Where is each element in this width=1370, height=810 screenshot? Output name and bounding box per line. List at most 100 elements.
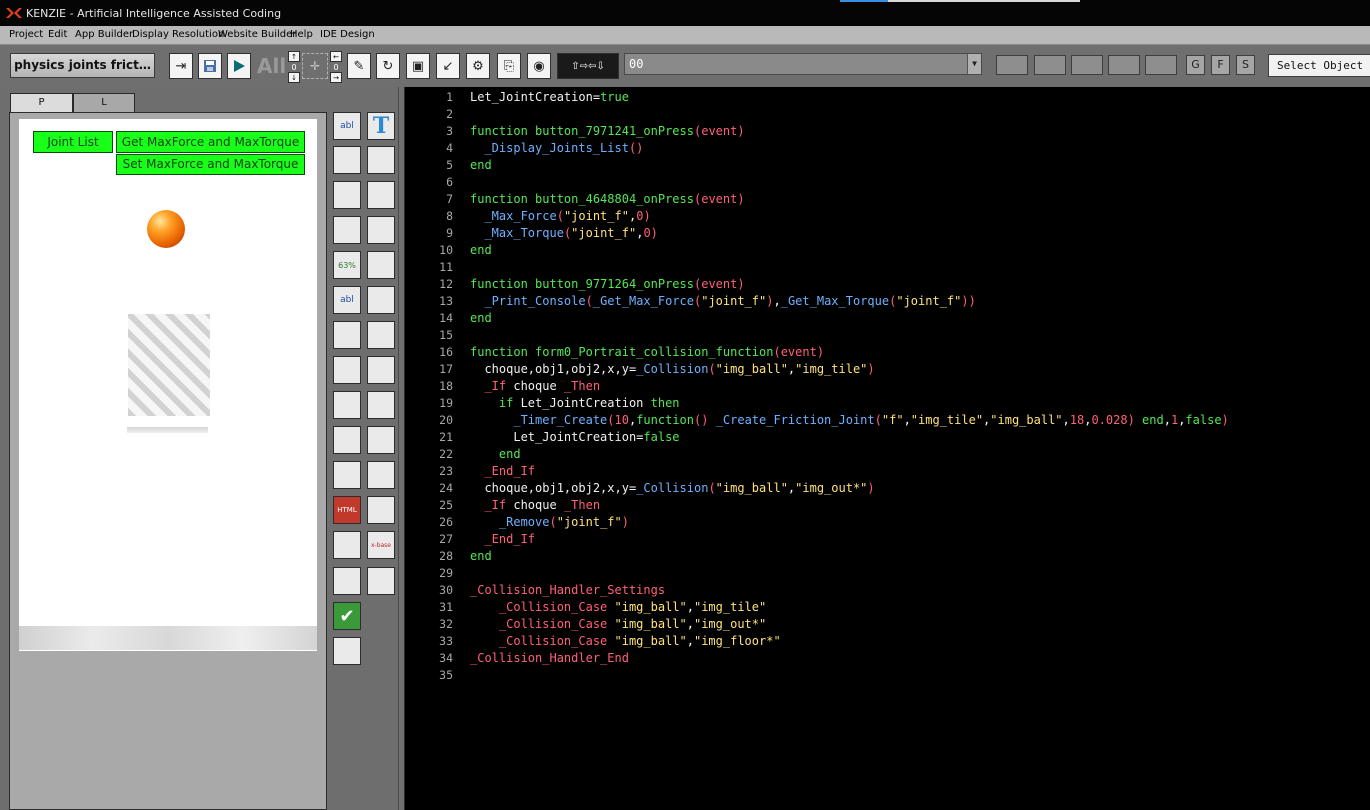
code-line[interactable]: 14 end — [405, 310, 1370, 327]
record-icon[interactable]: ◉ — [527, 53, 551, 79]
s-button[interactable]: S — [1236, 55, 1255, 75]
code-line[interactable]: 26 _Remove("joint_f") — [405, 514, 1370, 531]
code-line[interactable]: 15 — [405, 327, 1370, 344]
move-icon[interactable] — [367, 286, 395, 314]
map-icon[interactable] — [333, 531, 361, 559]
html-icon[interactable]: HTML — [333, 496, 361, 524]
spinner-icon[interactable] — [333, 426, 361, 454]
move-cross-icon[interactable]: ✛ — [302, 53, 328, 79]
image-icon[interactable] — [333, 146, 361, 174]
run-icon[interactable] — [227, 53, 251, 79]
code-line[interactable]: 2 — [405, 106, 1370, 123]
code-line[interactable]: 24 choque,obj1,obj2,x,y=_Collision("img_… — [405, 480, 1370, 497]
refresh-icon[interactable]: ↻ — [376, 53, 400, 79]
menu-app-builder[interactable]: App Builder — [75, 29, 133, 40]
particles-icon[interactable] — [333, 391, 361, 419]
align-tools-icon[interactable]: ⇧⇨⇦⇩ — [557, 53, 619, 79]
video-icon[interactable] — [333, 637, 361, 665]
physics-icon[interactable] — [367, 391, 395, 419]
g-button[interactable]: G — [1186, 55, 1205, 75]
web-icon[interactable] — [367, 496, 395, 524]
label-icon[interactable]: abl — [333, 112, 361, 140]
menu-project[interactable]: Project — [9, 29, 43, 40]
toggle-icon[interactable] — [333, 461, 361, 489]
menu-website-builder[interactable]: Website Builder — [218, 29, 296, 40]
set-max-button[interactable]: Set MaxForce and MaxTorque — [116, 154, 305, 175]
code-line[interactable]: 35 — [405, 667, 1370, 684]
checkbox-icon[interactable]: ✔ — [333, 602, 361, 630]
code-line[interactable]: 13 _Print_Console(_Get_Max_Force("joint_… — [405, 293, 1370, 310]
code-line[interactable]: 21 Let_JointCreation=false — [405, 429, 1370, 446]
out-bar-image[interactable] — [127, 427, 208, 433]
floor-image[interactable] — [19, 626, 317, 650]
slider-icon[interactable] — [333, 356, 361, 384]
object-combo[interactable]: 00 ▼ — [624, 53, 982, 75]
blank-button-1[interactable] — [996, 55, 1028, 75]
resize-icon[interactable] — [367, 251, 395, 279]
code-line[interactable]: 8 _Max_Force("joint_f",0) — [405, 208, 1370, 225]
arrow-left-icon[interactable]: ← — [330, 51, 342, 62]
code-line[interactable]: 25 _If choque _Then — [405, 497, 1370, 514]
splitter[interactable] — [398, 87, 405, 810]
settings-gears-icon[interactable]: ⚙ — [466, 53, 490, 79]
f-button[interactable]: F — [1211, 55, 1230, 75]
button-icon[interactable] — [367, 146, 395, 174]
code-line[interactable]: 12 function button_9771264_onPress(event) — [405, 276, 1370, 293]
menu-edit[interactable]: Edit — [48, 29, 67, 40]
menu-help[interactable]: Help — [290, 29, 313, 40]
tile-image[interactable] — [128, 314, 210, 416]
arrow-down-icon[interactable]: ↓ — [288, 72, 300, 83]
blank-button-3[interactable] — [1071, 55, 1103, 75]
arrow-right-icon[interactable]: → — [330, 72, 342, 83]
code-line[interactable]: 3 function button_7971241_onPress(event) — [405, 123, 1370, 140]
pivot-icon[interactable] — [367, 426, 395, 454]
code-editor[interactable]: 1 Let_JointCreation=true 2 3 function button… — [405, 87, 1370, 810]
tab-landscape[interactable]: L — [73, 93, 135, 113]
code-line[interactable]: 18 _If choque _Then — [405, 378, 1370, 395]
progress-icon[interactable]: 63% — [333, 251, 361, 279]
get-max-button[interactable]: Get MaxForce and MaxTorque — [116, 131, 305, 153]
code-line[interactable]: 32 _Collision_Case "img_ball","img_out*" — [405, 616, 1370, 633]
code-line[interactable]: 9 _Max_Torque("joint_f",0) — [405, 225, 1370, 242]
code-line[interactable]: 11 — [405, 259, 1370, 276]
collision-icon[interactable] — [367, 216, 395, 244]
code-line[interactable]: 1 Let_JointCreation=true — [405, 89, 1370, 106]
chevron-down-icon[interactable]: ▼ — [967, 54, 981, 74]
clipboard-icon[interactable]: ⎘ — [497, 53, 521, 79]
blank-button-2[interactable] — [1034, 55, 1066, 75]
joint-icon[interactable] — [367, 356, 395, 384]
text-icon[interactable]: T — [367, 112, 395, 140]
timer-icon[interactable] — [367, 567, 395, 595]
code-line[interactable]: 4 _Display_Joints_List() — [405, 140, 1370, 157]
project-name-button[interactable]: physics joints frict… — [10, 53, 155, 78]
code-line[interactable]: 33 _Collision_Case "img_ball","img_floor… — [405, 633, 1370, 650]
save-icon[interactable] — [198, 53, 222, 79]
code-line[interactable]: 23 _End_If — [405, 463, 1370, 480]
code-line[interactable]: 27 _End_If — [405, 531, 1370, 548]
code-line[interactable]: 16 function form0_Portrait_collision_func… — [405, 344, 1370, 361]
list-icon[interactable] — [333, 216, 361, 244]
shape-icon[interactable] — [367, 321, 395, 349]
code-line[interactable]: 34 _Collision_Handler_End — [405, 650, 1370, 667]
menu-ide-design[interactable]: IDE Design — [320, 29, 375, 40]
export-icon[interactable]: ⇥ — [169, 53, 193, 79]
blank-button-5[interactable] — [1145, 55, 1177, 75]
ball-image[interactable] — [147, 210, 185, 248]
code-line[interactable]: 5 end — [405, 157, 1370, 174]
textbox-icon[interactable]: abl — [333, 286, 361, 314]
select-object-dropdown[interactable]: Select Object — [1268, 54, 1370, 77]
notes-icon[interactable]: x-base — [367, 531, 395, 559]
all-label[interactable]: All — [257, 54, 286, 78]
image-rotate-icon[interactable] — [367, 181, 395, 209]
code-line[interactable]: 7 function button_4648804_onPress(event) — [405, 191, 1370, 208]
menu-display-resolution[interactable]: Display Resolution — [132, 29, 224, 40]
code-line[interactable]: 20 _Timer_Create(10,function() _Create_F… — [405, 412, 1370, 429]
code-line[interactable]: 31 _Collision_Case "img_ball","img_tile" — [405, 599, 1370, 616]
blank-button-4[interactable] — [1108, 55, 1140, 75]
radio-icon[interactable] — [333, 567, 361, 595]
joint-list-button[interactable]: Joint List — [33, 131, 113, 153]
code-line[interactable]: 17 choque,obj1,obj2,x,y=_Collision("img_… — [405, 361, 1370, 378]
code-line[interactable]: 22 end — [405, 446, 1370, 463]
rope-icon[interactable] — [367, 461, 395, 489]
code-line[interactable]: 30 _Collision_Handler_Settings — [405, 582, 1370, 599]
